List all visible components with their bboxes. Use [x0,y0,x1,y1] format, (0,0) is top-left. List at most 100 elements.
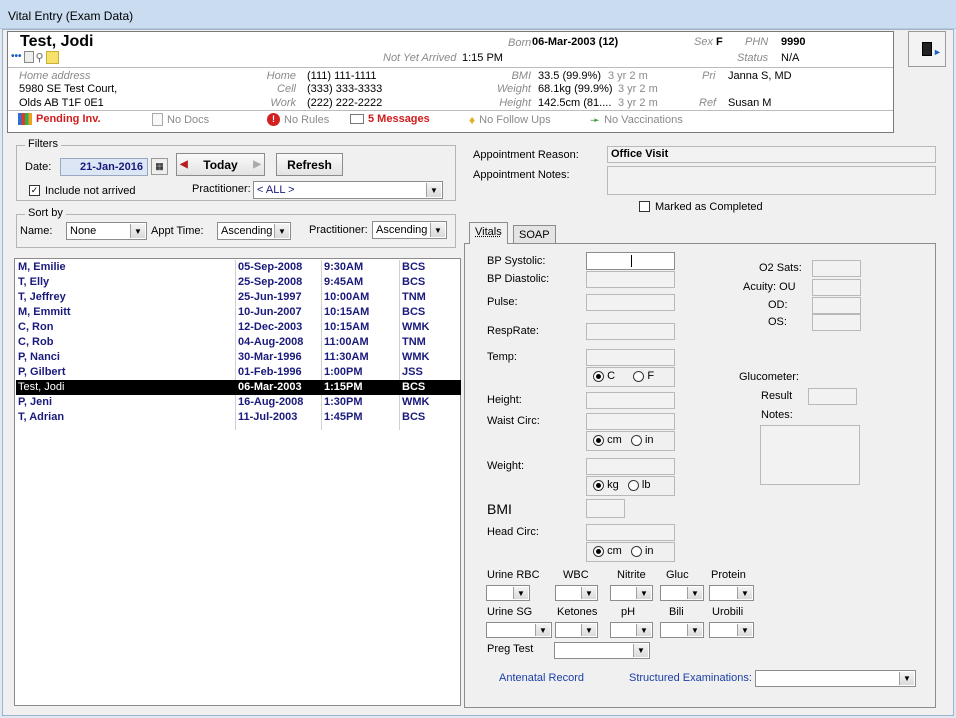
row-prac: BCS [402,381,426,393]
table-row[interactable]: P, Gilbert 01-Feb-1996 1:00PM JSS [16,365,461,380]
urine-rbc-label: Urine RBC [487,569,540,581]
appointment-reason-field[interactable]: Office Visit [607,146,936,163]
pulse-input[interactable] [586,294,675,311]
exit-button[interactable]: ► [908,31,946,67]
row-dob: 11-Jul-2003 [238,411,298,423]
table-row[interactable]: T, Adrian 11-Jul-2003 1:45PM BCS [16,410,461,425]
pulse-label: Pulse: [487,296,518,308]
temp-f-radio[interactable] [633,370,645,382]
bmi-age: 3 yr 2 m [608,70,648,82]
practitioner-select[interactable]: < ALL > ▼ [253,181,443,199]
height-label: Height [499,97,531,109]
acuity-ou-input[interactable] [812,279,861,296]
chevron-down-icon: ▼ [130,224,145,238]
structured-exams-select[interactable]: ▼ [755,670,916,687]
os-label: OS: [768,316,787,328]
include-not-arrived-checkbox[interactable]: ✓ [29,185,40,196]
row-prac: WMK [402,396,430,408]
antenatal-record-link[interactable]: Antenatal Record [499,672,584,684]
gluc-select[interactable]: ▼ [660,585,704,601]
date-input[interactable]: 21-Jan-2016 [60,158,148,176]
today-button[interactable]: ◀ Today ▶ [176,153,265,176]
sort-name-select[interactable]: None ▼ [66,222,147,240]
bp-diastolic-input[interactable] [586,271,675,288]
table-row-selected[interactable]: Test, Jodi 06-Mar-2003 1:15PM BCS [16,380,461,395]
table-row[interactable]: P, Jeni 16-Aug-2008 1:30PM WMK [16,395,461,410]
bili-select[interactable]: ▼ [660,622,704,638]
table-row[interactable]: P, Nanci 30-Mar-1996 11:30AM WMK [16,350,461,365]
sort-appt-select[interactable]: Ascending ▼ [217,222,291,240]
temp-c-radio[interactable] [593,370,604,382]
sort-prac-select[interactable]: Ascending ▼ [372,221,447,239]
urobili-select[interactable]: ▼ [709,622,754,638]
docs-indicator[interactable]: No Docs [152,113,209,126]
height-input[interactable] [586,392,675,409]
next-day-icon[interactable]: ▶ [253,159,261,170]
search-icon[interactable]: ⚲ [36,51,44,64]
tab-soap[interactable]: SOAP [513,225,556,243]
weight-kg-radio[interactable] [593,479,604,491]
pending-investigations[interactable]: Pending Inv. [18,113,101,125]
appointment-reason-label: Appointment Reason: [473,149,579,161]
urine-sg-select[interactable]: ▼ [486,622,552,638]
head-cm-radio[interactable] [593,545,604,557]
waist-input[interactable] [586,413,675,430]
head-in-radio[interactable] [630,545,642,557]
prev-day-icon[interactable]: ◀ [180,159,188,170]
status-value: N/A [781,52,800,64]
vaccinations-indicator[interactable]: ➛ No Vaccinations [590,113,683,127]
chevron-down-icon: ▼ [737,624,752,636]
bp-systolic-input[interactable] [586,252,675,270]
temp-input[interactable] [586,349,675,366]
urine-rbc-select[interactable]: ▼ [486,585,530,601]
head-in-label: in [644,545,654,557]
weight-input[interactable] [586,458,675,475]
table-row[interactable]: T, Elly 25-Sep-2008 9:45AM BCS [16,275,461,290]
row-time: 10:00AM [324,291,370,303]
refresh-button[interactable]: Refresh [276,153,343,176]
arrival-time: 1:15 PM [462,52,503,64]
born-label: Born [508,37,532,49]
appointment-notes-field[interactable] [607,166,936,195]
os-input[interactable] [812,314,861,331]
appointment-list[interactable]: M, Emilie 05-Sep-2008 9:30AM BCS T, Elly 25-… [14,258,461,706]
more-icon[interactable]: ••• [11,51,22,64]
gluco-notes-input[interactable] [760,425,860,485]
patient-name: Test, Jodi [20,33,94,50]
ph-select[interactable]: ▼ [610,622,653,638]
waist-cm-radio[interactable] [593,434,604,446]
resp-rate-input[interactable] [586,323,675,340]
rules-indicator[interactable]: ! No Rules [267,113,329,126]
glucometer-result-input[interactable] [808,388,857,405]
marked-completed-checkbox[interactable] [639,201,650,212]
table-row[interactable]: C, Rob 04-Aug-2008 11:00AM TNM [16,335,461,350]
chevron-down-icon: ▼ [274,224,289,238]
row-prac: BCS [402,411,426,423]
exit-door-icon: ► [922,42,942,57]
table-row[interactable]: T, Jeffrey 25-Jun-1997 10:00AM TNM [16,290,461,305]
table-row[interactable]: C, Ron 12-Dec-2003 10:15AM WMK [16,320,461,335]
waist-unit-group: cm in [586,431,675,451]
table-row[interactable]: M, Emmitt 10-Jun-2007 10:15AM BCS [16,305,461,320]
nitrite-select[interactable]: ▼ [610,585,653,601]
followups-indicator[interactable]: ♦ No Follow Ups [469,113,551,127]
messages-indicator[interactable]: 5 Messages [350,113,430,125]
ketones-select[interactable]: ▼ [555,622,598,638]
tab-vitals[interactable]: Vitals [469,222,508,244]
weight-lb-radio[interactable] [627,479,639,491]
od-input[interactable] [812,297,861,314]
head-circ-input[interactable] [586,524,675,541]
document-icon[interactable] [23,51,34,63]
note-icon[interactable] [45,51,59,64]
wbc-select[interactable]: ▼ [555,585,598,601]
table-row[interactable]: M, Emilie 05-Sep-2008 9:30AM BCS [16,260,461,275]
o2-sats-input[interactable] [812,260,861,277]
ref-label: Ref [699,97,717,109]
protein-select[interactable]: ▼ [709,585,754,601]
chevron-down-icon: ▼ [687,587,702,599]
waist-in-radio[interactable] [630,434,642,446]
urobili-label: Urobili [712,606,744,618]
preg-test-select[interactable]: ▼ [554,642,650,659]
calendar-icon[interactable]: ▦ [151,158,168,175]
row-time: 11:00AM [324,336,369,348]
